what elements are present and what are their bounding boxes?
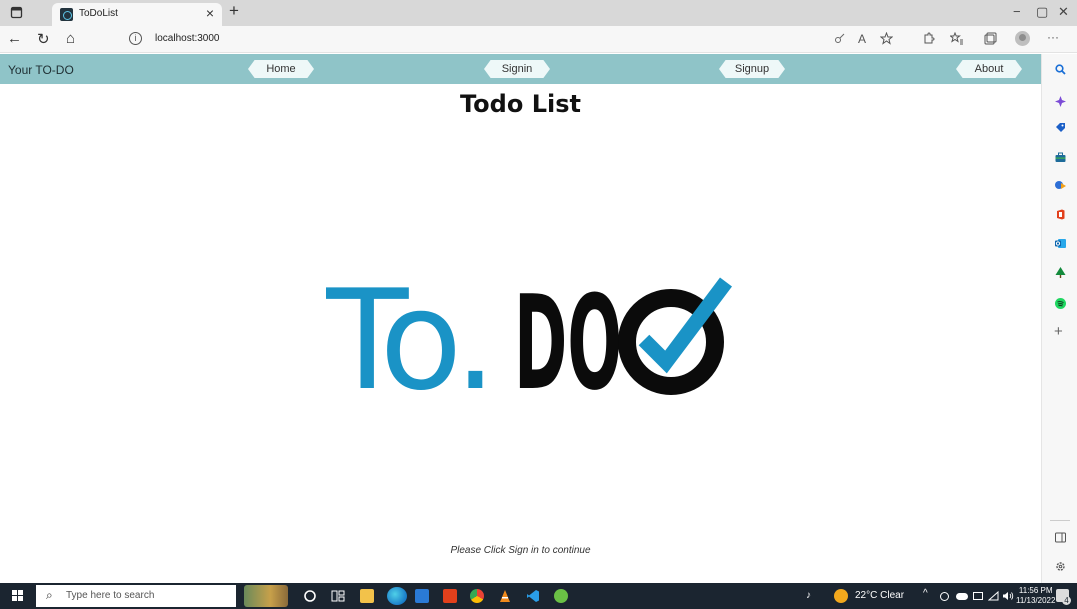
refresh-button[interactable]: ↻ — [37, 30, 50, 48]
signin-prompt: Please Click Sign in to continue — [450, 545, 591, 556]
address-bar-row: ← ↻ ⌂ i localhost:3000 A ··· — [0, 26, 1077, 53]
key-icon[interactable] — [834, 32, 846, 44]
logo-check-circle-icon — [618, 277, 732, 395]
logo-text-to: To. — [326, 272, 491, 402]
notification-center-icon[interactable]: 4 — [1056, 589, 1071, 605]
windows-start-icon[interactable] — [12, 590, 24, 602]
tab-todolist[interactable]: ToDoList × — [52, 3, 222, 26]
tray-overflow-icon[interactable]: ^ — [923, 588, 928, 599]
search-magnifier-icon: ⌕ — [46, 588, 53, 602]
copilot-icon[interactable] — [1055, 96, 1066, 107]
vlc-icon[interactable] — [498, 589, 512, 603]
onedrive-icon[interactable] — [956, 593, 968, 600]
news-widget-icon[interactable] — [244, 585, 288, 607]
settings-icon[interactable] — [1055, 561, 1066, 572]
sidebar-divider — [1050, 520, 1070, 521]
web-page: Your TO-DO Home Signin Signup About Todo… — [0, 54, 1041, 583]
spotify-icon[interactable] — [1055, 298, 1066, 309]
battery-icon[interactable] — [973, 592, 983, 600]
minimize-button[interactable]: − — [1013, 4, 1021, 19]
add-icon[interactable]: + — [1054, 324, 1063, 339]
edge-sidebar: + — [1041, 54, 1077, 583]
brand-label: Your TO-DO — [8, 63, 74, 77]
tree-icon[interactable] — [1055, 267, 1066, 278]
taskbar-clock[interactable]: 11:56 PM 11/13/2022 — [1016, 586, 1055, 606]
tag-icon[interactable] — [1055, 122, 1066, 133]
windows-taskbar: ⌕ Type here to search ♪ 22°C Clear ^ 11:… — [0, 583, 1077, 609]
settings-more-button[interactable]: ··· — [1047, 30, 1059, 44]
taskbar-search-placeholder: Type here to search — [66, 590, 155, 601]
cortana-icon[interactable] — [303, 589, 317, 603]
edge-browser-icon[interactable] — [387, 587, 407, 605]
close-window-button[interactable]: ✕ — [1058, 4, 1069, 20]
page-title: Todo List — [460, 90, 581, 118]
tab-title: ToDoList — [79, 8, 118, 19]
office-icon[interactable] — [1055, 209, 1066, 220]
wifi-icon[interactable] — [988, 591, 999, 601]
file-explorer-icon[interactable] — [360, 589, 374, 603]
vscode-icon[interactable] — [526, 589, 540, 603]
tab-strip: ToDoList × + − ▢ ✕ — [0, 0, 1077, 26]
taskbar-search-input[interactable]: ⌕ Type here to search — [36, 585, 236, 607]
volume-icon[interactable] — [1002, 591, 1014, 601]
new-tab-button[interactable]: + — [229, 1, 239, 21]
tab-close-icon[interactable]: × — [206, 5, 214, 21]
games-icon[interactable] — [1055, 180, 1066, 191]
task-view-icon[interactable] — [331, 589, 345, 603]
nav-about-button[interactable]: About — [956, 60, 1022, 78]
spring-tool-icon[interactable] — [554, 589, 568, 603]
app-navbar: Your TO-DO Home Signin Signup About — [0, 54, 1041, 84]
weather-moon-icon — [834, 589, 848, 603]
nav-signup-button[interactable]: Signup — [719, 60, 785, 78]
chrome-icon[interactable] — [470, 589, 484, 603]
site-info-icon[interactable]: i — [129, 32, 142, 45]
tab-actions-icon[interactable] — [10, 6, 23, 19]
todo-logo: To. DO — [326, 272, 732, 402]
url-text[interactable]: localhost:3000 — [155, 33, 220, 44]
office-app-icon[interactable] — [443, 589, 457, 603]
outlook-icon[interactable] — [1055, 238, 1066, 249]
favorites-icon[interactable] — [950, 32, 963, 45]
add-favorite-icon[interactable] — [880, 32, 893, 45]
read-aloud-icon[interactable]: A — [858, 32, 866, 46]
briefcase-icon[interactable] — [1055, 152, 1066, 163]
clock-date: 11/13/2022 — [1016, 596, 1056, 605]
tray-app-icon[interactable] — [940, 592, 949, 601]
extensions-icon[interactable] — [922, 32, 935, 45]
logo-text-do: DO — [514, 272, 622, 402]
address-bar[interactable]: i localhost:3000 — [121, 29, 831, 49]
nav-home-button[interactable]: Home — [248, 60, 314, 78]
home-button[interactable]: ⌂ — [66, 30, 75, 47]
clock-time: 11:56 PM — [1018, 586, 1053, 595]
microsoft-store-icon[interactable] — [415, 589, 429, 603]
collections-icon[interactable] — [984, 32, 997, 45]
profile-avatar-icon[interactable] — [1015, 31, 1030, 46]
search-icon[interactable] — [1055, 64, 1066, 75]
restore-button[interactable]: ▢ — [1036, 4, 1048, 20]
back-button[interactable]: ← — [7, 30, 22, 47]
weather-text[interactable]: 22°C Clear — [855, 590, 904, 601]
sidebar-toggle-icon[interactable] — [1055, 532, 1066, 543]
react-favicon-icon — [60, 8, 73, 21]
browser-window: ToDoList × + − ▢ ✕ ← ↻ ⌂ i localhost:300… — [0, 0, 1077, 609]
notification-count-badge: 4 — [1062, 596, 1071, 605]
pen-workspace-icon[interactable]: ♪ — [806, 590, 811, 601]
nav-signin-button[interactable]: Signin — [484, 60, 550, 78]
